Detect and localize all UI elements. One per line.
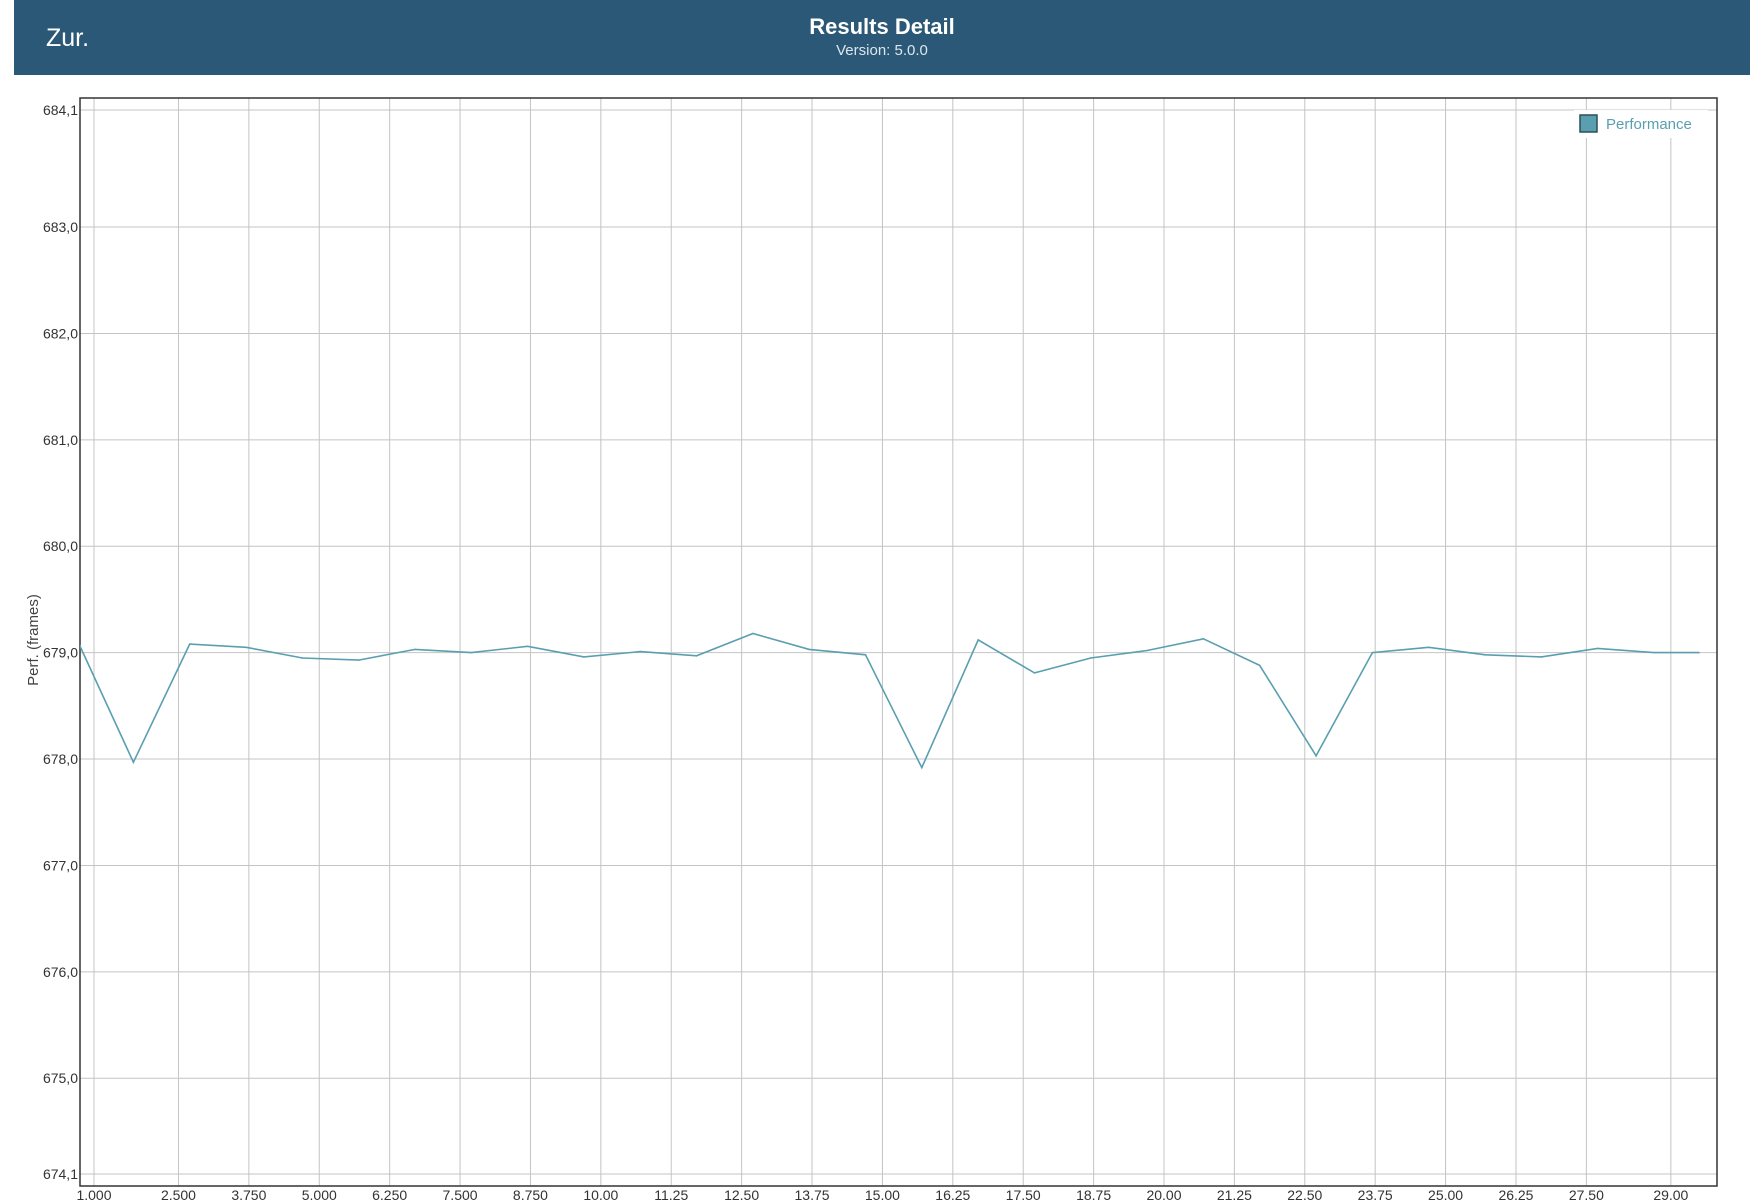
data-point (808, 648, 811, 651)
y-tick-label: 683,0 (43, 219, 78, 235)
legend[interactable]: Performance (1574, 110, 1708, 138)
axes: 674,1 675,0 676,0 677,0 678,0 679,0 680,0 681,0… (25, 97, 1718, 1200)
y-axis-label: Perf. (frames) (25, 594, 42, 686)
plot-frame (79, 97, 1718, 1187)
y-tick-label: 678,0 (43, 751, 78, 767)
data-point (583, 656, 585, 658)
x-tick-label: 6,250 (372, 1187, 407, 1200)
x-tick-label: 8,750 (513, 1187, 548, 1200)
data-point (188, 643, 191, 645)
x-tick-label: 18,75 (1076, 1187, 1111, 1200)
y-tick-label: 675,0 (43, 1070, 78, 1086)
x-tick-label: 27,50 (1569, 1187, 1604, 1200)
x-tick-label: 26,25 (1498, 1187, 1533, 1200)
y-tick-label: 677,0 (43, 857, 78, 873)
data-point (414, 648, 416, 651)
series-line-performance (80, 632, 1699, 770)
y-tick-label: 682,0 (43, 325, 78, 341)
x-tick-label: 20,00 (1146, 1187, 1181, 1200)
data-point (977, 639, 979, 641)
x-tick-label: 13,75 (795, 1187, 830, 1200)
y-tick-label: 674,1 (43, 1166, 78, 1182)
data-point (752, 632, 754, 635)
y-tick-label: 676,0 (43, 964, 78, 980)
y-tick-label: 684,1 (43, 102, 78, 118)
data-point (1698, 651, 1700, 654)
x-tick-label: 2,500 (161, 1187, 196, 1200)
legend-label-performance[interactable]: Performance (1606, 116, 1692, 133)
data-point (245, 646, 247, 649)
data-point (1540, 656, 1543, 658)
data-point (639, 650, 642, 653)
x-tick-label: 29,00 (1653, 1187, 1688, 1200)
data-point (470, 651, 473, 654)
data-point (695, 655, 698, 657)
x-tick-label: 1,000 (76, 1187, 111, 1200)
data-point (1202, 638, 1205, 640)
data-point (921, 766, 923, 769)
data-point (1089, 657, 1092, 659)
x-tick-label: 17,50 (1006, 1187, 1041, 1200)
data-point (1653, 651, 1655, 654)
data-point (76, 639, 78, 641)
data-point (1371, 651, 1374, 654)
x-tick-label: 11,25 (654, 1187, 688, 1200)
x-tick-label: 12,50 (724, 1187, 759, 1200)
x-tick-label: 5,000 (302, 1187, 337, 1200)
performance-chart: 674,1 675,0 676,0 677,0 678,0 679,0 680,0 681,0… (25, 97, 1718, 1200)
data-point (301, 657, 304, 659)
data-point (1484, 653, 1486, 656)
data-point (864, 653, 867, 656)
x-tick-label: 21,25 (1217, 1187, 1252, 1200)
x-tick-label: 22,50 (1287, 1187, 1322, 1200)
x-tick-label: 3,750 (231, 1187, 266, 1200)
legend-swatch-performance[interactable] (1579, 114, 1598, 133)
grid (80, 98, 1717, 1186)
data-point (1033, 672, 1036, 674)
x-tick-label: 15,00 (865, 1187, 900, 1200)
x-tick-label: 16,25 (935, 1187, 970, 1200)
y-tick-label: 680,0 (43, 538, 78, 554)
x-tick-label: 7,500 (443, 1187, 478, 1200)
data-point (357, 659, 360, 661)
data-point (526, 645, 529, 648)
x-tick-label: 23,75 (1358, 1187, 1393, 1200)
data-point (1146, 649, 1148, 652)
data-point (1596, 647, 1599, 650)
x-tick-label: 25,00 (1428, 1187, 1463, 1200)
data-point (1427, 646, 1430, 649)
y-tick-label: 679,0 (43, 645, 78, 661)
data-point (1315, 755, 1317, 757)
x-tick-label: 10,00 (583, 1187, 618, 1200)
data-point (132, 761, 135, 764)
y-tick-label: 681,0 (43, 432, 78, 448)
data-point (1258, 664, 1261, 667)
